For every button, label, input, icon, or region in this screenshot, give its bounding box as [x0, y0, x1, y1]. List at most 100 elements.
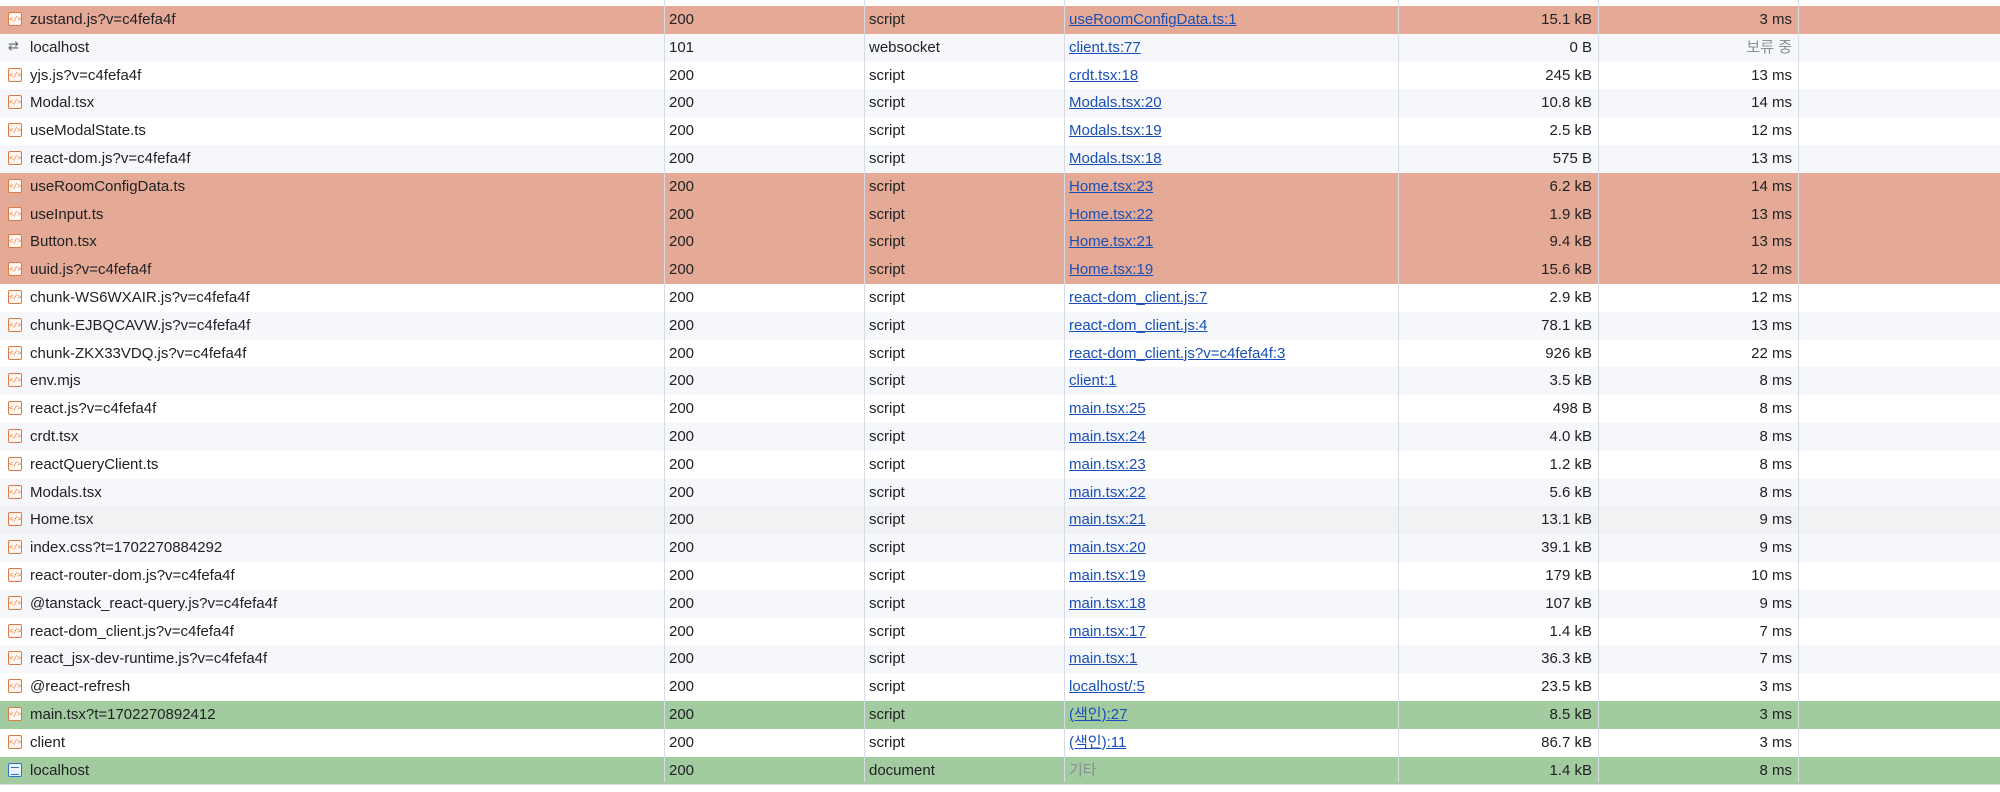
initiator-link[interactable]: react-dom_client.js:4	[1069, 317, 1207, 334]
initiator-link[interactable]: main.tsx:17	[1069, 623, 1146, 640]
name-cell[interactable]: env.mjs	[0, 367, 664, 395]
initiator-link[interactable]: main.tsx:21	[1069, 511, 1146, 528]
name-cell[interactable]: @tanstack_react-query.js?v=c4fefa4f	[0, 590, 664, 618]
initiator-link[interactable]: main.tsx:25	[1069, 400, 1146, 417]
name-cell[interactable]: react-router-dom.js?v=c4fefa4f	[0, 562, 664, 590]
table-row[interactable]: crdt.tsx 200 script main.tsx:24 4.0 kB 8 ms	[0, 422, 2000, 451]
request-name: Home.tsx	[30, 511, 94, 529]
column-divider[interactable]	[1798, 0, 1799, 782]
initiator-link[interactable]: Home.tsx:23	[1069, 178, 1153, 195]
initiator-link[interactable]: main.tsx:20	[1069, 539, 1146, 556]
table-row[interactable]: index.css?t=1702270884292 200 script main.t…	[0, 534, 2000, 562]
name-cell[interactable]: useInput.ts	[0, 201, 664, 229]
name-cell[interactable]: Modal.tsx	[0, 89, 664, 117]
initiator-link[interactable]: useRoomConfigData.ts:1	[1069, 11, 1237, 28]
name-cell[interactable]: zustand.js?v=c4fefa4f	[0, 6, 664, 34]
name-cell[interactable]: chunk-ZKX33VDQ.js?v=c4fefa4f	[0, 340, 664, 368]
waterfall-cell	[1798, 201, 2000, 229]
waterfall-cell	[1798, 395, 2000, 423]
initiator-link[interactable]: (색인):11	[1069, 734, 1126, 751]
initiator-link[interactable]: main.tsx:19	[1069, 567, 1146, 584]
name-cell[interactable]: @react-refresh	[0, 673, 664, 701]
initiator-cell: main.tsx:19	[1064, 562, 1398, 590]
name-cell[interactable]: Modals.tsx	[0, 479, 664, 507]
name-cell[interactable]: client	[0, 729, 664, 757]
size-cell: 15.1 kB	[1541, 11, 1592, 28]
table-row[interactable]: Button.tsx 200 script Home.tsx:21 9.4 kB 13 m…	[0, 228, 2000, 257]
initiator-cell: crdt.tsx:18	[1064, 62, 1398, 90]
name-cell[interactable]: localhost	[0, 34, 664, 62]
initiator-link[interactable]: main.tsx:1	[1069, 650, 1137, 667]
name-cell[interactable]: main.tsx?t=1702270892412	[0, 701, 664, 729]
initiator-link[interactable]: react-dom_client.js?v=c4fefa4f:3	[1069, 345, 1285, 362]
column-divider[interactable]	[1398, 0, 1399, 782]
initiator-link[interactable]: Modals.tsx:19	[1069, 122, 1162, 139]
name-cell[interactable]: react_jsx-dev-runtime.js?v=c4fefa4f	[0, 645, 664, 673]
initiator-link[interactable]: main.tsx:24	[1069, 428, 1146, 445]
name-cell[interactable]: index.css?t=1702270884292	[0, 534, 664, 562]
table-row[interactable]: useInput.ts 200 script Home.tsx:22 1.9 kB 13 …	[0, 200, 2000, 229]
table-row[interactable]: react_jsx-dev-runtime.js?v=c4fefa4f 200 sc…	[0, 645, 2000, 674]
table-row[interactable]: yjs.js?v=c4fefa4f 200 script crdt.tsx:18 245…	[0, 61, 2000, 90]
table-row[interactable]: main.tsx?t=1702270892412 200 script (색인):27…	[0, 700, 2000, 729]
column-divider[interactable]	[1598, 0, 1599, 782]
table-row[interactable]: localhost 101 websocket client.ts:77 0 B 보류 중	[0, 33, 2000, 62]
status-cell: 200	[669, 122, 695, 140]
column-divider[interactable]	[864, 0, 865, 782]
name-cell[interactable]: localhost	[0, 757, 664, 785]
table-row[interactable]: env.mjs 200 script client:1 3.5 kB 8 ms	[0, 367, 2000, 396]
table-row[interactable]: react-router-dom.js?v=c4fefa4f 200 script m…	[0, 561, 2000, 590]
table-row[interactable]: useModalState.ts 200 script Modals.tsx:19 2.…	[0, 117, 2000, 145]
request-name: env.mjs	[30, 372, 81, 390]
table-row[interactable]: chunk-EJBQCAVW.js?v=c4fefa4f 200 script rea…	[0, 311, 2000, 340]
table-row[interactable]: chunk-ZKX33VDQ.js?v=c4fefa4f 200 script rea…	[0, 339, 2000, 368]
table-row[interactable]: Home.tsx 200 script main.tsx:21 13.1 kB 9 ms	[0, 506, 2000, 535]
name-cell[interactable]: uuid.js?v=c4fefa4f	[0, 256, 664, 284]
initiator-link[interactable]: main.tsx:22	[1069, 484, 1146, 501]
name-cell[interactable]: yjs.js?v=c4fefa4f	[0, 62, 664, 90]
initiator-link[interactable]: Home.tsx:22	[1069, 206, 1153, 223]
table-row[interactable]: @react-refresh 200 script localhost/:5 23.5 …	[0, 673, 2000, 701]
table-row[interactable]: client 200 script (색인):11 86.7 kB 3 ms	[0, 728, 2000, 757]
table-row[interactable]: Modals.tsx 200 script main.tsx:22 5.6 kB 8 ms	[0, 478, 2000, 507]
initiator-link[interactable]: Home.tsx:19	[1069, 261, 1153, 278]
table-row[interactable]: localhost 200 document 기타 1.4 kB 8 ms	[0, 756, 2000, 785]
column-divider[interactable]	[1064, 0, 1065, 782]
initiator-link[interactable]: client:1	[1069, 372, 1117, 389]
status-cell: 200	[669, 678, 695, 696]
name-cell[interactable]: crdt.tsx	[0, 423, 664, 451]
name-cell[interactable]: Button.tsx	[0, 228, 664, 256]
name-cell[interactable]: react-dom_client.js?v=c4fefa4f	[0, 618, 664, 646]
table-row[interactable]: react-dom_client.js?v=c4fefa4f 200 script m…	[0, 617, 2000, 646]
initiator-link[interactable]: Home.tsx:21	[1069, 233, 1153, 250]
name-cell[interactable]: chunk-EJBQCAVW.js?v=c4fefa4f	[0, 312, 664, 340]
table-row[interactable]: uuid.js?v=c4fefa4f 200 script Home.tsx:19 15…	[0, 256, 2000, 284]
table-row[interactable]: useRoomConfigData.ts 200 script Home.tsx:23…	[0, 172, 2000, 201]
name-cell[interactable]: Home.tsx	[0, 506, 664, 534]
initiator-link[interactable]: Modals.tsx:18	[1069, 150, 1162, 167]
initiator-link[interactable]: Modals.tsx:20	[1069, 94, 1162, 111]
table-row[interactable]: react-dom.js?v=c4fefa4f 200 script Modals.t…	[0, 144, 2000, 173]
initiator-link[interactable]: crdt.tsx:18	[1069, 67, 1138, 84]
initiator-link[interactable]: main.tsx:18	[1069, 595, 1146, 612]
name-cell[interactable]: react.js?v=c4fefa4f	[0, 395, 664, 423]
name-cell[interactable]: chunk-WS6WXAIR.js?v=c4fefa4f	[0, 284, 664, 312]
initiator-link[interactable]: (색인):27	[1069, 706, 1127, 723]
table-row[interactable]: chunk-WS6WXAIR.js?v=c4fefa4f 200 script rea…	[0, 283, 2000, 312]
name-cell[interactable]: reactQueryClient.ts	[0, 451, 664, 479]
table-row[interactable]: react.js?v=c4fefa4f 200 script main.tsx:25 4…	[0, 395, 2000, 423]
name-cell[interactable]: react-dom.js?v=c4fefa4f	[0, 145, 664, 173]
status-cell: 200	[669, 539, 695, 557]
initiator-cell: main.tsx:1	[1064, 645, 1398, 673]
initiator-link[interactable]: localhost/:5	[1069, 678, 1145, 695]
name-cell[interactable]: useModalState.ts	[0, 117, 664, 145]
initiator-link[interactable]: client.ts:77	[1069, 39, 1141, 56]
initiator-link[interactable]: main.tsx:23	[1069, 456, 1146, 473]
column-divider[interactable]	[664, 0, 665, 782]
name-cell[interactable]: useRoomConfigData.ts	[0, 173, 664, 201]
table-row[interactable]: @tanstack_react-query.js?v=c4fefa4f 200 sc…	[0, 589, 2000, 618]
table-row[interactable]: Modal.tsx 200 script Modals.tsx:20 10.8 kB 14…	[0, 89, 2000, 118]
table-row[interactable]: zustand.js?v=c4fefa4f 200 script useRoomCon…	[0, 6, 2000, 34]
initiator-link[interactable]: react-dom_client.js:7	[1069, 289, 1207, 306]
table-row[interactable]: reactQueryClient.ts 200 script main.tsx:23 1…	[0, 450, 2000, 479]
